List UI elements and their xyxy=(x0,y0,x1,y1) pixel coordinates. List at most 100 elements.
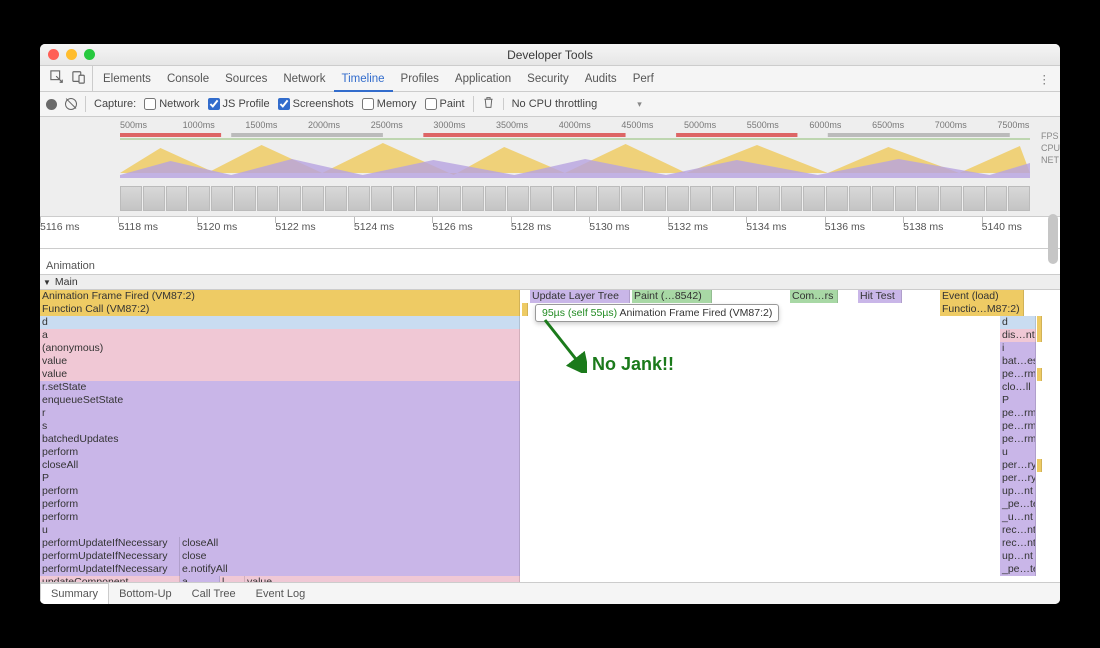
flame-bar[interactable]: Event (load) xyxy=(940,290,1024,303)
flame-bar[interactable]: performUpdateIfNecessary xyxy=(40,563,180,576)
screenshot-thumb[interactable] xyxy=(211,186,233,211)
tab-audits[interactable]: Audits xyxy=(577,68,625,90)
flame-bar[interactable]: P xyxy=(1000,394,1036,407)
screenshot-thumb[interactable] xyxy=(781,186,803,211)
scrollbar[interactable] xyxy=(1046,44,1060,582)
details-tab-call-tree[interactable]: Call Tree xyxy=(182,584,246,604)
flame-bar[interactable]: s xyxy=(40,420,520,433)
screenshot-thumb[interactable] xyxy=(1008,186,1030,211)
flame-bar[interactable]: pe…rm xyxy=(1000,368,1036,381)
screenshot-thumb[interactable] xyxy=(166,186,188,211)
flame-bar[interactable]: Function Call (VM87:2) xyxy=(40,303,520,316)
flame-bar[interactable]: performUpdateIfNecessary xyxy=(40,550,180,563)
flame-bar[interactable] xyxy=(1037,459,1042,472)
trash-icon[interactable] xyxy=(482,96,495,112)
flame-bar[interactable]: l xyxy=(220,576,245,582)
flame-bar[interactable]: up…nt xyxy=(1000,485,1036,498)
tab-console[interactable]: Console xyxy=(159,68,217,90)
screenshot-thumb[interactable] xyxy=(963,186,985,211)
flame-bar[interactable]: closeAll xyxy=(40,459,520,472)
tab-perf[interactable]: Perf xyxy=(625,68,662,90)
screenshot-thumb[interactable] xyxy=(940,186,962,211)
flame-bar[interactable]: value xyxy=(40,355,520,368)
flame-bar[interactable]: pe…rm xyxy=(1000,407,1036,420)
tab-network[interactable]: Network xyxy=(275,68,333,90)
screenshot-thumb[interactable] xyxy=(895,186,917,211)
screenshot-thumb[interactable] xyxy=(712,186,734,211)
flame-bar[interactable]: _u…nt xyxy=(1000,511,1036,524)
flame-bar[interactable]: updateComponent xyxy=(40,576,180,582)
screenshot-thumb[interactable] xyxy=(462,186,484,211)
flame-bar[interactable]: Animation Frame Fired (VM87:2) xyxy=(40,290,520,303)
screenshot-thumb[interactable] xyxy=(371,186,393,211)
screenshot-thumb[interactable] xyxy=(690,186,712,211)
screenshot-thumb[interactable] xyxy=(325,186,347,211)
flame-bar[interactable]: r xyxy=(40,407,520,420)
inspect-icon[interactable] xyxy=(50,70,64,87)
flame-bar[interactable]: d xyxy=(40,316,520,329)
screenshot-thumb[interactable] xyxy=(621,186,643,211)
screenshot-thumb[interactable] xyxy=(872,186,894,211)
flame-bar[interactable]: closeAll xyxy=(180,537,520,550)
flame-bar[interactable]: dis…nt xyxy=(1000,329,1036,342)
capture-memory-checkbox[interactable]: Memory xyxy=(362,98,417,110)
flame-bar[interactable]: value xyxy=(245,576,520,582)
details-tab-event-log[interactable]: Event Log xyxy=(246,584,316,604)
screenshot-thumb[interactable] xyxy=(644,186,666,211)
tab-timeline[interactable]: Timeline xyxy=(334,68,393,92)
flame-bar[interactable]: a xyxy=(40,329,520,342)
tab-application[interactable]: Application xyxy=(447,68,519,90)
flame-bar[interactable]: (anonymous) xyxy=(40,342,520,355)
tab-profiles[interactable]: Profiles xyxy=(393,68,447,90)
flame-bar[interactable]: _pe…te xyxy=(1000,498,1036,511)
flame-bar[interactable]: Com…rs xyxy=(790,290,838,303)
capture-screenshots-checkbox[interactable]: Screenshots xyxy=(278,98,354,110)
screenshot-thumb[interactable] xyxy=(120,186,142,211)
flame-bar[interactable] xyxy=(1037,329,1042,342)
tab-sources[interactable]: Sources xyxy=(217,68,275,90)
capture-network-checkbox[interactable]: Network xyxy=(144,98,199,110)
flame-bar[interactable]: r.setState xyxy=(40,381,520,394)
screenshot-thumb[interactable] xyxy=(826,186,848,211)
screenshot-thumb[interactable] xyxy=(416,186,438,211)
flame-bar[interactable]: Functio…M87:2) xyxy=(940,303,1024,316)
screenshot-thumb[interactable] xyxy=(279,186,301,211)
overview-panel[interactable]: 500ms1000ms1500ms2000ms2500ms3000ms3500m… xyxy=(40,117,1060,217)
screenshot-thumb[interactable] xyxy=(803,186,825,211)
tab-elements[interactable]: Elements xyxy=(95,68,159,90)
flame-bar[interactable]: clo…ll xyxy=(1000,381,1036,394)
screenshot-thumb[interactable] xyxy=(735,186,757,211)
flame-bar[interactable]: Hit Test xyxy=(858,290,902,303)
flame-bar[interactable]: perform xyxy=(40,485,520,498)
flame-bar[interactable]: up…nt xyxy=(1000,550,1036,563)
flame-bar[interactable]: _pe…te xyxy=(1000,563,1036,576)
main-thread-header[interactable]: ▼Main xyxy=(40,275,1060,290)
screenshot-thumb[interactable] xyxy=(507,186,529,211)
flame-bar[interactable]: pe…rm xyxy=(1000,420,1036,433)
flame-bar[interactable]: a xyxy=(180,576,220,582)
flame-bar[interactable]: close xyxy=(180,550,520,563)
flame-bar[interactable]: rec…nt xyxy=(1000,524,1036,537)
screenshot-thumb[interactable] xyxy=(576,186,598,211)
screenshot-thumb[interactable] xyxy=(348,186,370,211)
flame-bar[interactable] xyxy=(1037,316,1042,329)
flame-bar[interactable]: e.notifyAll xyxy=(180,563,520,576)
timeline-ruler[interactable]: 5116 ms5118 ms5120 ms5122 ms5124 ms5126 … xyxy=(40,217,1060,249)
clear-button[interactable] xyxy=(65,98,77,110)
flame-bar[interactable]: rec…nt xyxy=(1000,537,1036,550)
screenshot-thumb[interactable] xyxy=(257,186,279,211)
screenshot-thumb[interactable] xyxy=(849,186,871,211)
flame-bar[interactable] xyxy=(522,303,528,316)
details-tab-summary[interactable]: Summary xyxy=(40,583,109,604)
flame-bar[interactable]: enqueueSetState xyxy=(40,394,520,407)
screenshot-thumb[interactable] xyxy=(986,186,1008,211)
details-tab-bottom-up[interactable]: Bottom-Up xyxy=(109,584,182,604)
flame-bar[interactable]: perform xyxy=(40,446,520,459)
screenshot-thumb[interactable] xyxy=(598,186,620,211)
screenshot-thumb[interactable] xyxy=(234,186,256,211)
screenshot-thumb[interactable] xyxy=(439,186,461,211)
flame-bar[interactable]: d xyxy=(1000,316,1036,329)
record-button[interactable] xyxy=(46,99,57,110)
screenshot-thumb[interactable] xyxy=(758,186,780,211)
flame-bar[interactable]: bat…es xyxy=(1000,355,1036,368)
